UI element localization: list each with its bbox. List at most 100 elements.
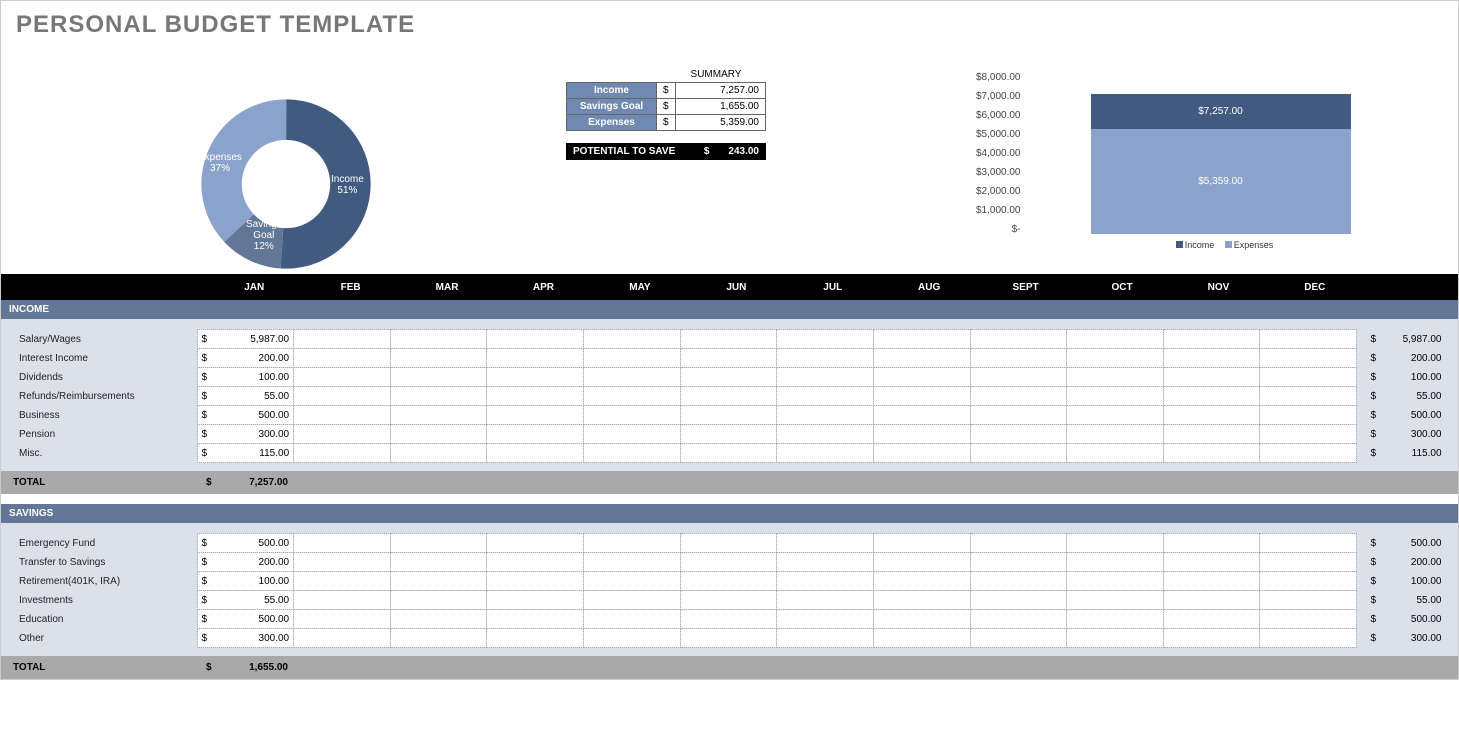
data-cell[interactable] <box>1163 553 1260 572</box>
data-cell[interactable] <box>584 629 681 648</box>
data-cell[interactable] <box>680 610 777 629</box>
data-cell[interactable] <box>390 387 487 406</box>
data-cell[interactable] <box>294 330 391 349</box>
data-cell[interactable] <box>680 629 777 648</box>
data-cell[interactable] <box>873 425 970 444</box>
data-cell[interactable] <box>1163 444 1260 463</box>
data-cell[interactable] <box>1067 349 1164 368</box>
data-cell[interactable] <box>777 387 874 406</box>
data-cell[interactable] <box>1260 425 1357 444</box>
data-cell[interactable] <box>1260 553 1357 572</box>
data-cell[interactable] <box>970 591 1067 610</box>
data-cell[interactable] <box>873 572 970 591</box>
data-cell[interactable] <box>390 330 487 349</box>
data-cell[interactable] <box>390 591 487 610</box>
data-cell[interactable] <box>970 330 1067 349</box>
data-cell[interactable] <box>873 368 970 387</box>
data-cell[interactable] <box>584 444 681 463</box>
data-cell[interactable] <box>1260 368 1357 387</box>
data-cell[interactable] <box>294 368 391 387</box>
data-cell[interactable] <box>1067 534 1164 553</box>
data-cell[interactable] <box>777 406 874 425</box>
data-cell[interactable] <box>680 553 777 572</box>
data-cell[interactable] <box>294 349 391 368</box>
data-cell[interactable] <box>1163 425 1260 444</box>
data-cell[interactable] <box>680 591 777 610</box>
data-cell[interactable] <box>970 629 1067 648</box>
data-cell[interactable]: $500.00 <box>197 534 294 553</box>
data-cell[interactable] <box>970 553 1067 572</box>
data-cell[interactable] <box>970 406 1067 425</box>
data-cell[interactable] <box>970 610 1067 629</box>
data-cell[interactable]: $300.00 <box>197 629 294 648</box>
data-cell[interactable] <box>1260 349 1357 368</box>
data-cell[interactable]: $55.00 <box>197 591 294 610</box>
data-cell[interactable] <box>294 444 391 463</box>
data-cell[interactable] <box>1067 591 1164 610</box>
data-cell[interactable] <box>1067 406 1164 425</box>
data-cell[interactable] <box>1163 629 1260 648</box>
data-cell[interactable] <box>873 330 970 349</box>
data-cell[interactable] <box>873 553 970 572</box>
data-cell[interactable] <box>487 553 584 572</box>
data-cell[interactable] <box>1163 406 1260 425</box>
data-cell[interactable] <box>584 330 681 349</box>
data-cell[interactable] <box>1067 629 1164 648</box>
data-cell[interactable] <box>777 444 874 463</box>
data-cell[interactable] <box>873 591 970 610</box>
data-cell[interactable] <box>1067 330 1164 349</box>
data-cell[interactable] <box>970 444 1067 463</box>
data-cell[interactable] <box>1067 368 1164 387</box>
data-cell[interactable] <box>777 534 874 553</box>
data-cell[interactable] <box>1260 406 1357 425</box>
data-cell[interactable]: $100.00 <box>197 572 294 591</box>
data-cell[interactable]: $115.00 <box>197 444 294 463</box>
data-cell[interactable] <box>970 572 1067 591</box>
data-cell[interactable] <box>584 406 681 425</box>
data-cell[interactable] <box>970 425 1067 444</box>
data-cell[interactable] <box>1260 330 1357 349</box>
data-cell[interactable] <box>777 349 874 368</box>
data-cell[interactable] <box>873 534 970 553</box>
data-cell[interactable] <box>487 629 584 648</box>
data-cell[interactable] <box>1163 591 1260 610</box>
data-cell[interactable] <box>873 444 970 463</box>
data-cell[interactable] <box>584 368 681 387</box>
data-cell[interactable] <box>970 387 1067 406</box>
data-cell[interactable]: $300.00 <box>197 425 294 444</box>
data-cell[interactable] <box>1260 534 1357 553</box>
data-cell[interactable] <box>1163 534 1260 553</box>
data-cell[interactable] <box>1067 387 1164 406</box>
data-cell[interactable] <box>1260 444 1357 463</box>
data-cell[interactable] <box>1067 572 1164 591</box>
data-cell[interactable] <box>390 444 487 463</box>
data-cell[interactable] <box>390 572 487 591</box>
data-cell[interactable] <box>390 610 487 629</box>
data-cell[interactable] <box>487 387 584 406</box>
data-cell[interactable] <box>390 349 487 368</box>
data-cell[interactable] <box>294 553 391 572</box>
data-cell[interactable] <box>487 591 584 610</box>
data-cell[interactable] <box>777 425 874 444</box>
data-cell[interactable] <box>584 553 681 572</box>
data-cell[interactable] <box>584 534 681 553</box>
data-cell[interactable] <box>294 610 391 629</box>
data-cell[interactable]: $500.00 <box>197 610 294 629</box>
data-cell[interactable] <box>487 349 584 368</box>
data-cell[interactable] <box>294 629 391 648</box>
data-cell[interactable] <box>1163 387 1260 406</box>
data-cell[interactable] <box>777 629 874 648</box>
data-cell[interactable] <box>1067 610 1164 629</box>
data-cell[interactable] <box>777 610 874 629</box>
data-cell[interactable] <box>390 629 487 648</box>
data-cell[interactable] <box>1163 368 1260 387</box>
data-cell[interactable] <box>1163 572 1260 591</box>
data-cell[interactable] <box>680 330 777 349</box>
data-cell[interactable] <box>680 387 777 406</box>
data-cell[interactable] <box>777 330 874 349</box>
data-cell[interactable] <box>1163 330 1260 349</box>
data-cell[interactable] <box>777 553 874 572</box>
data-cell[interactable] <box>680 349 777 368</box>
data-cell[interactable]: $100.00 <box>197 368 294 387</box>
data-cell[interactable] <box>390 534 487 553</box>
